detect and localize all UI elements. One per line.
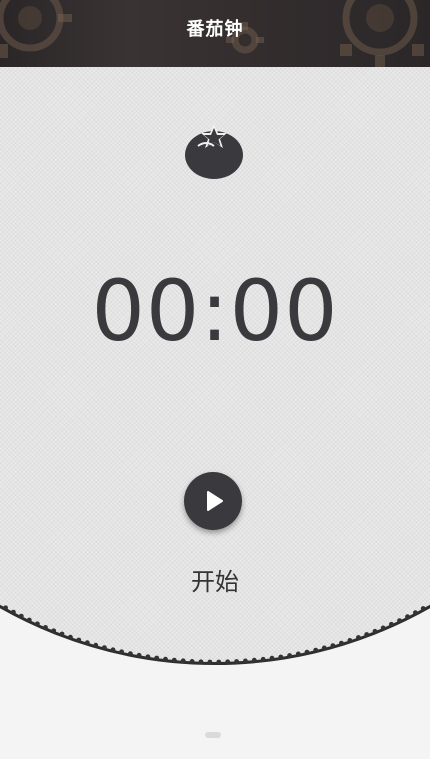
progress-dot: [380, 625, 386, 631]
progress-dot: [313, 647, 319, 653]
progress-dot: [397, 618, 402, 623]
timer-display: 00:00: [91, 262, 339, 360]
progress-dot: [260, 656, 266, 662]
progress-dot: [234, 659, 240, 664]
progress-dot: [171, 657, 177, 663]
progress-dot: [216, 659, 222, 665]
play-button[interactable]: [184, 472, 242, 530]
progress-dot: [93, 642, 99, 648]
progress-dot: [287, 653, 292, 658]
progress-dot: [372, 628, 378, 634]
progress-dots: [3, 605, 426, 665]
progress-dot: [154, 655, 160, 661]
progress-dot: [269, 655, 275, 661]
progress-dot: [18, 613, 24, 619]
progress-dot: [330, 643, 336, 648]
progress-dot: [225, 659, 231, 665]
play-icon: [207, 491, 223, 511]
progress-dot: [59, 631, 65, 637]
progress-dot: [43, 625, 48, 630]
progress-dot: [198, 659, 204, 665]
progress-dot: [189, 659, 195, 664]
progress-dot: [145, 654, 151, 660]
progress-dot: [11, 609, 16, 615]
progress-dot: [364, 632, 370, 637]
progress-dot: [304, 649, 310, 655]
progress-dot: [243, 658, 248, 664]
progress-dot: [207, 659, 213, 665]
pomodoro-screen: 番茄钟 00:00 开始: [0, 0, 430, 759]
app-header: 番茄钟: [0, 0, 430, 67]
progress-dot: [413, 610, 418, 616]
progress-dot: [26, 617, 32, 623]
progress-dot: [278, 654, 284, 660]
progress-dot: [102, 645, 107, 650]
progress-dot: [295, 651, 301, 657]
start-label[interactable]: 开始: [0, 562, 430, 597]
progress-dot: [68, 634, 73, 640]
progress-dot: [163, 656, 168, 662]
progress-dot: [84, 640, 90, 646]
progress-dot: [110, 647, 116, 653]
tomato-icon: [185, 124, 243, 179]
progress-dot: [180, 658, 186, 664]
progress-dot: [35, 621, 40, 627]
progress-dot: [389, 621, 394, 627]
page-title: 番茄钟: [186, 19, 244, 40]
progress-dot: [51, 628, 57, 634]
home-indicator[interactable]: [205, 732, 221, 738]
progress-dot: [347, 638, 353, 643]
progress-dot: [3, 605, 8, 611]
progress-dot: [321, 645, 327, 651]
progress-dot: [251, 657, 257, 663]
progress-dot: [136, 652, 142, 658]
progress-dot: [339, 640, 344, 646]
progress-dot: [127, 651, 133, 656]
progress-dot: [356, 635, 361, 640]
progress-dot: [76, 637, 82, 643]
progress-dot: [420, 606, 426, 611]
progress-dot: [119, 649, 124, 655]
progress-dot: [405, 614, 410, 620]
